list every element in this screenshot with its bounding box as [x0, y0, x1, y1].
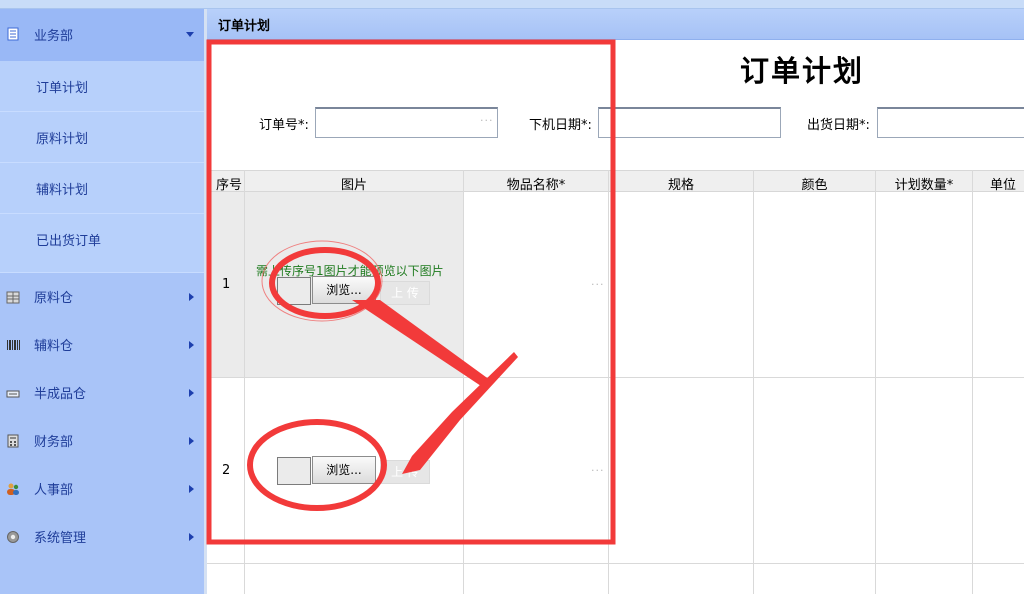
sidebar-item-order-plan[interactable]: 订单计划 [0, 61, 204, 112]
file-path-field[interactable] [277, 457, 311, 485]
row-index: 2 [222, 463, 231, 478]
order-no-label: 订单号*: [259, 118, 309, 133]
sidebar-section-raw-warehouse[interactable]: 原料仓 [0, 273, 204, 321]
sidebar-section-finance[interactable]: 财务部 [0, 417, 204, 465]
sidebar-section-label: 原料仓 [34, 291, 74, 306]
col-header-unit: 单位 [989, 178, 1016, 193]
sidebar-item-label: 订单计划 [36, 81, 89, 96]
sidebar-section-label: 半成品仓 [34, 387, 87, 402]
col-header-item-name: 物品名称* [506, 178, 566, 193]
browse-button[interactable]: 浏览... [312, 456, 376, 484]
chevron-right-icon [189, 341, 194, 349]
sidebar-section-business[interactable]: 业务部 [0, 9, 204, 61]
column-divider [244, 170, 245, 594]
barcode-icon [7, 340, 20, 350]
table-header: 序号 图片 物品名称* 规格 颜色 计划数量* 单位 [207, 170, 1024, 193]
order-no-input[interactable] [315, 107, 498, 138]
chevron-down-icon [186, 32, 194, 37]
sidebar-section-label: 辅料仓 [34, 339, 74, 354]
col-header-spec: 规格 [667, 178, 694, 193]
chevron-right-icon [189, 389, 194, 397]
sidebar-item-material-plan[interactable]: 原料计划 [0, 112, 204, 163]
sidebar-item-shipped-orders[interactable]: 已出货订单 [0, 214, 204, 273]
document-icon [7, 27, 19, 41]
col-header-plan-qty: 计划数量* [894, 178, 954, 193]
tray-icon [6, 390, 20, 398]
chevron-right-icon [189, 533, 194, 541]
page-header-title: 订单计划 [218, 19, 271, 34]
item-picker-icon[interactable]: ··· [591, 464, 605, 477]
row-index: 1 [222, 277, 231, 292]
sidebar-item-label: 辅料计划 [36, 183, 89, 198]
browse-button[interactable]: 浏览... [312, 276, 376, 304]
column-divider [753, 170, 754, 594]
chevron-right-icon [189, 293, 194, 301]
ship-date-label: 出货日期*: [807, 118, 870, 133]
column-divider [875, 170, 876, 594]
people-icon [7, 483, 19, 495]
order-no-picker-icon[interactable]: ··· [480, 114, 494, 127]
column-divider [608, 170, 609, 594]
column-divider [463, 170, 464, 594]
page-header: 订单计划 [207, 9, 1024, 40]
sidebar-item-accessory-plan[interactable]: 辅料计划 [0, 163, 204, 214]
row-divider [207, 377, 1024, 378]
sidebar-section-label: 人事部 [34, 483, 74, 498]
sidebar-section-semi-warehouse[interactable]: 半成品仓 [0, 369, 204, 417]
gear-icon [7, 531, 19, 543]
col-header-index: 序号 [215, 178, 242, 193]
sidebar-section-label: 系统管理 [34, 531, 87, 546]
chevron-right-icon [189, 485, 194, 493]
sidebar-item-label: 已出货订单 [36, 234, 102, 249]
sidebar-item-label: 原料计划 [36, 132, 89, 147]
ship-date-input[interactable] [877, 107, 1024, 138]
row-divider [207, 563, 1024, 564]
top-border [0, 0, 1024, 9]
col-header-image: 图片 [340, 178, 367, 193]
sidebar-section-label: 业务部 [34, 29, 74, 44]
file-path-field[interactable] [277, 277, 311, 305]
sidebar-section-hr[interactable]: 人事部 [0, 465, 204, 513]
column-divider [972, 170, 973, 594]
chevron-right-icon [189, 437, 194, 445]
order-date-input[interactable] [598, 107, 781, 138]
calculator-icon [7, 434, 19, 448]
sidebar-section-system[interactable]: 系统管理 [0, 513, 204, 561]
col-header-color: 颜色 [801, 178, 828, 193]
upload-button[interactable]: 上 传 [380, 460, 430, 484]
sidebar-section-label: 财务部 [34, 435, 74, 450]
sidebar-section-accessory-warehouse[interactable]: 辅料仓 [0, 321, 204, 369]
page-title: 订单计划 [740, 54, 865, 88]
item-picker-icon[interactable]: ··· [591, 278, 605, 291]
warehouse-icon [6, 291, 20, 304]
upload-button[interactable]: 上 传 [380, 281, 430, 305]
order-date-label: 下机日期*: [529, 118, 592, 133]
